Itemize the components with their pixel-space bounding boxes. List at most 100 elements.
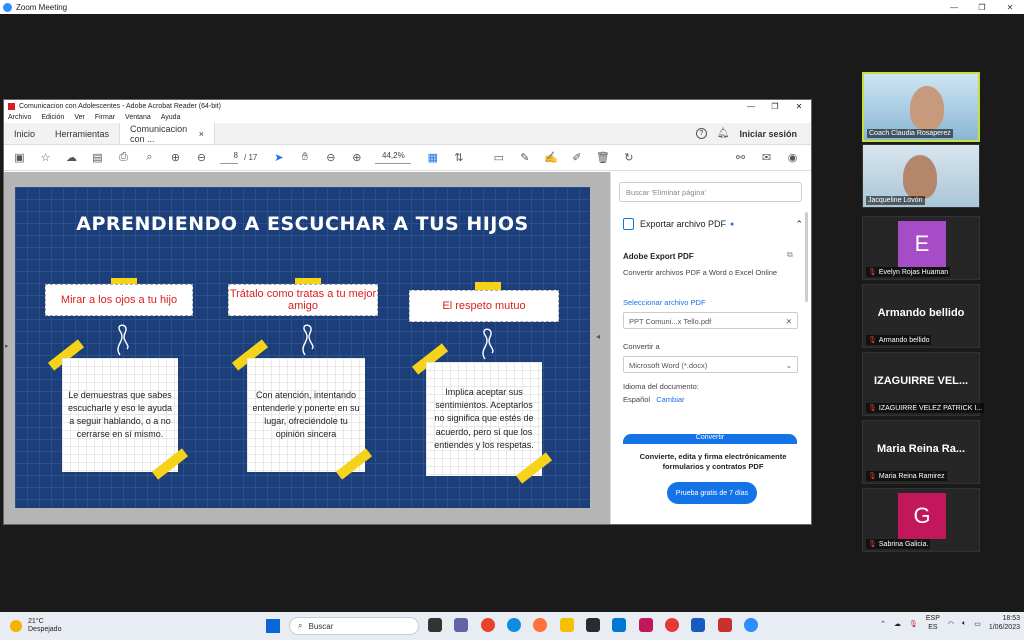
print-icon[interactable]: ⎙ bbox=[116, 151, 131, 164]
cloud-icon[interactable]: ☁ bbox=[894, 620, 901, 628]
scroll-mode-icon[interactable]: ⇅ bbox=[451, 152, 466, 164]
menu-ver[interactable]: Ver bbox=[74, 114, 85, 121]
participant-name: Jacqueline Lovón bbox=[866, 196, 925, 205]
clear-file-icon[interactable]: ✕ bbox=[786, 317, 792, 326]
account-icon[interactable]: ◉ bbox=[785, 152, 800, 164]
maximize-button[interactable]: ❐ bbox=[968, 3, 996, 12]
menu-ayuda[interactable]: Ayuda bbox=[161, 114, 181, 121]
acrobat-close-button[interactable]: ✕ bbox=[787, 102, 811, 111]
speaker-icon[interactable]: 🔈︎ bbox=[962, 620, 966, 628]
minimize-button[interactable]: — bbox=[940, 3, 968, 12]
mail-icon[interactable]: ✉ bbox=[759, 152, 774, 164]
export-pdf-header[interactable]: Exportar archivo PDF ● ⌃ bbox=[623, 218, 803, 230]
participant-name-text: Sabrina Galicia. bbox=[878, 541, 929, 548]
sync-app-icon[interactable] bbox=[665, 618, 679, 632]
store-icon[interactable] bbox=[586, 618, 600, 632]
card-note-3: Implica aceptar sus sentimientos. Acepta… bbox=[426, 362, 542, 476]
temperature: 21°C bbox=[28, 617, 44, 625]
tab-inicio[interactable]: Inicio bbox=[4, 123, 45, 144]
fill-sign-icon[interactable]: ✐ bbox=[569, 152, 584, 164]
battery-icon[interactable]: ▭ bbox=[974, 620, 981, 628]
participant-tile[interactable]: G 🎙︎ Sabrina Galicia. bbox=[862, 488, 980, 552]
word-icon[interactable] bbox=[691, 618, 705, 632]
fit-page-icon[interactable]: ▦ bbox=[425, 152, 440, 164]
sign-icon[interactable]: ✍ bbox=[543, 152, 558, 164]
mail-app-icon[interactable] bbox=[612, 618, 626, 632]
tools-search-input[interactable]: Buscar 'Eliminar página' bbox=[619, 182, 802, 202]
pane-splitter-icon[interactable]: ◂ bbox=[596, 332, 600, 350]
menu-firmar[interactable]: Firmar bbox=[95, 114, 115, 121]
document-area[interactable]: APRENDIENDO A ESCUCHAR A TUS HIJOS Mirar… bbox=[4, 172, 610, 524]
participant-name: Coach Claudia Rosaperez bbox=[867, 129, 953, 138]
acrobat-minimize-button[interactable]: — bbox=[739, 102, 763, 111]
zoom-in-icon[interactable]: ⊕ bbox=[349, 152, 364, 164]
tab-close-icon[interactable]: × bbox=[199, 129, 204, 139]
chevron-up-icon[interactable]: ⌃ bbox=[795, 219, 803, 230]
acrobat-logo-icon bbox=[8, 102, 15, 110]
taskbar-search[interactable]: ⌕ Buscar bbox=[289, 617, 419, 635]
clock[interactable]: 18:53 1/06/2023 bbox=[989, 615, 1020, 633]
page-down-icon[interactable]: ⊖ bbox=[194, 152, 209, 164]
zoom-level-input[interactable]: 44,2% bbox=[375, 151, 412, 164]
participant-tile[interactable]: Maria Reina Ra... 🎙︎ Maria Reina Ramirez bbox=[862, 420, 980, 484]
page-number-input[interactable]: 8 bbox=[220, 151, 238, 164]
zoom-search-icon[interactable]: ⌕ bbox=[142, 151, 157, 164]
copy-icon[interactable]: ⧉ bbox=[787, 250, 793, 260]
link-icon[interactable]: ⚯ bbox=[733, 152, 748, 164]
page-up-icon[interactable]: ⊕ bbox=[168, 152, 183, 164]
chevron-up-icon[interactable]: ⌃ bbox=[880, 620, 886, 628]
menu-ventana[interactable]: Ventana bbox=[125, 114, 151, 121]
file-search-icon[interactable]: ▤ bbox=[90, 152, 105, 164]
acrobat-window: Comunicacion con Adolescentes - Adobe Ac… bbox=[3, 99, 812, 525]
save-icon[interactable]: ▣ bbox=[12, 152, 27, 164]
help-icon[interactable]: ? bbox=[695, 128, 707, 139]
pane-scrollbar[interactable] bbox=[805, 212, 808, 302]
acrobat-taskbar-icon[interactable] bbox=[718, 618, 732, 632]
tab-document[interactable]: Comunicacion con ... × bbox=[119, 123, 216, 144]
file-explorer-icon[interactable] bbox=[560, 618, 574, 632]
select-file-link[interactable]: Seleccionar archivo PDF bbox=[623, 298, 706, 307]
upload-cloud-icon[interactable]: ☁ bbox=[64, 152, 79, 164]
comment-icon[interactable]: ▭ bbox=[491, 152, 506, 164]
free-trial-button[interactable]: Prueba gratis de 7 días bbox=[667, 482, 757, 504]
menu-archivo[interactable]: Archivo bbox=[8, 114, 31, 121]
participant-tile[interactable]: E 🎙︎ Evelyn Rojas Huaman bbox=[862, 216, 980, 280]
bell-icon[interactable]: 🔔︎ bbox=[717, 128, 730, 139]
close-button[interactable]: ✕ bbox=[996, 3, 1024, 12]
convert-format-value: Microsoft Word (*.docx) bbox=[629, 361, 708, 370]
participant-tile[interactable]: Armando bellido 🎙︎ Armando bellido bbox=[862, 284, 980, 348]
zoom-taskbar-icon[interactable] bbox=[744, 618, 758, 632]
convert-format-select[interactable]: Microsoft Word (*.docx) ⌄ bbox=[623, 356, 798, 373]
zoom-out-icon[interactable]: ⊖ bbox=[323, 152, 338, 164]
task-view-icon[interactable] bbox=[428, 618, 442, 632]
wifi-icon[interactable]: ◠ bbox=[948, 620, 954, 628]
edge-icon[interactable] bbox=[507, 618, 521, 632]
delete-icon[interactable]: 🗑︎ bbox=[595, 152, 610, 164]
participant-tile[interactable]: Jacqueline Lovón bbox=[862, 144, 980, 208]
hand-tool-icon[interactable]: ✋︎ bbox=[297, 151, 312, 164]
firefox-icon[interactable] bbox=[533, 618, 547, 632]
participant-tile[interactable]: Coach Claudia Rosaperez bbox=[862, 72, 980, 142]
change-language-link[interactable]: Cambiar bbox=[656, 395, 684, 404]
acrobat-maximize-button[interactable]: ❐ bbox=[763, 102, 787, 111]
input-language[interactable]: ESP ES bbox=[926, 615, 940, 632]
chrome-icon[interactable] bbox=[481, 618, 495, 632]
weather-widget[interactable]: 21°C Despejado bbox=[10, 618, 61, 635]
teams-icon[interactable] bbox=[454, 618, 468, 632]
convert-button[interactable]: Convertir bbox=[623, 434, 797, 444]
selected-file-field[interactable]: PPT Comuni...x Tello.pdf ✕ bbox=[623, 312, 798, 329]
rotate-icon[interactable]: ↻ bbox=[621, 152, 636, 164]
menu-edicion[interactable]: Edición bbox=[41, 114, 64, 121]
select-cursor-icon[interactable]: ➤ bbox=[271, 152, 286, 164]
participant-display-name: IZAGUIRRE VEL... bbox=[873, 375, 969, 387]
signin-button[interactable]: Iniciar sesión bbox=[739, 129, 797, 139]
left-panel-toggle-icon[interactable]: ▸ bbox=[5, 342, 9, 350]
tab-herramientas[interactable]: Herramientas bbox=[45, 123, 119, 144]
participant-tile[interactable]: IZAGUIRRE VEL... 🎙︎ IZAGUIRRE VELEZ PATRI… bbox=[862, 352, 985, 416]
highlight-pen-icon[interactable]: ✎ bbox=[517, 152, 532, 164]
windows-start-icon[interactable] bbox=[266, 619, 280, 633]
microphone-icon[interactable]: 🎙︎ bbox=[909, 620, 918, 628]
star-icon[interactable]: ☆ bbox=[38, 152, 53, 164]
doc-language-row: Español Cambiar bbox=[623, 395, 685, 404]
app-icon[interactable] bbox=[639, 618, 653, 632]
